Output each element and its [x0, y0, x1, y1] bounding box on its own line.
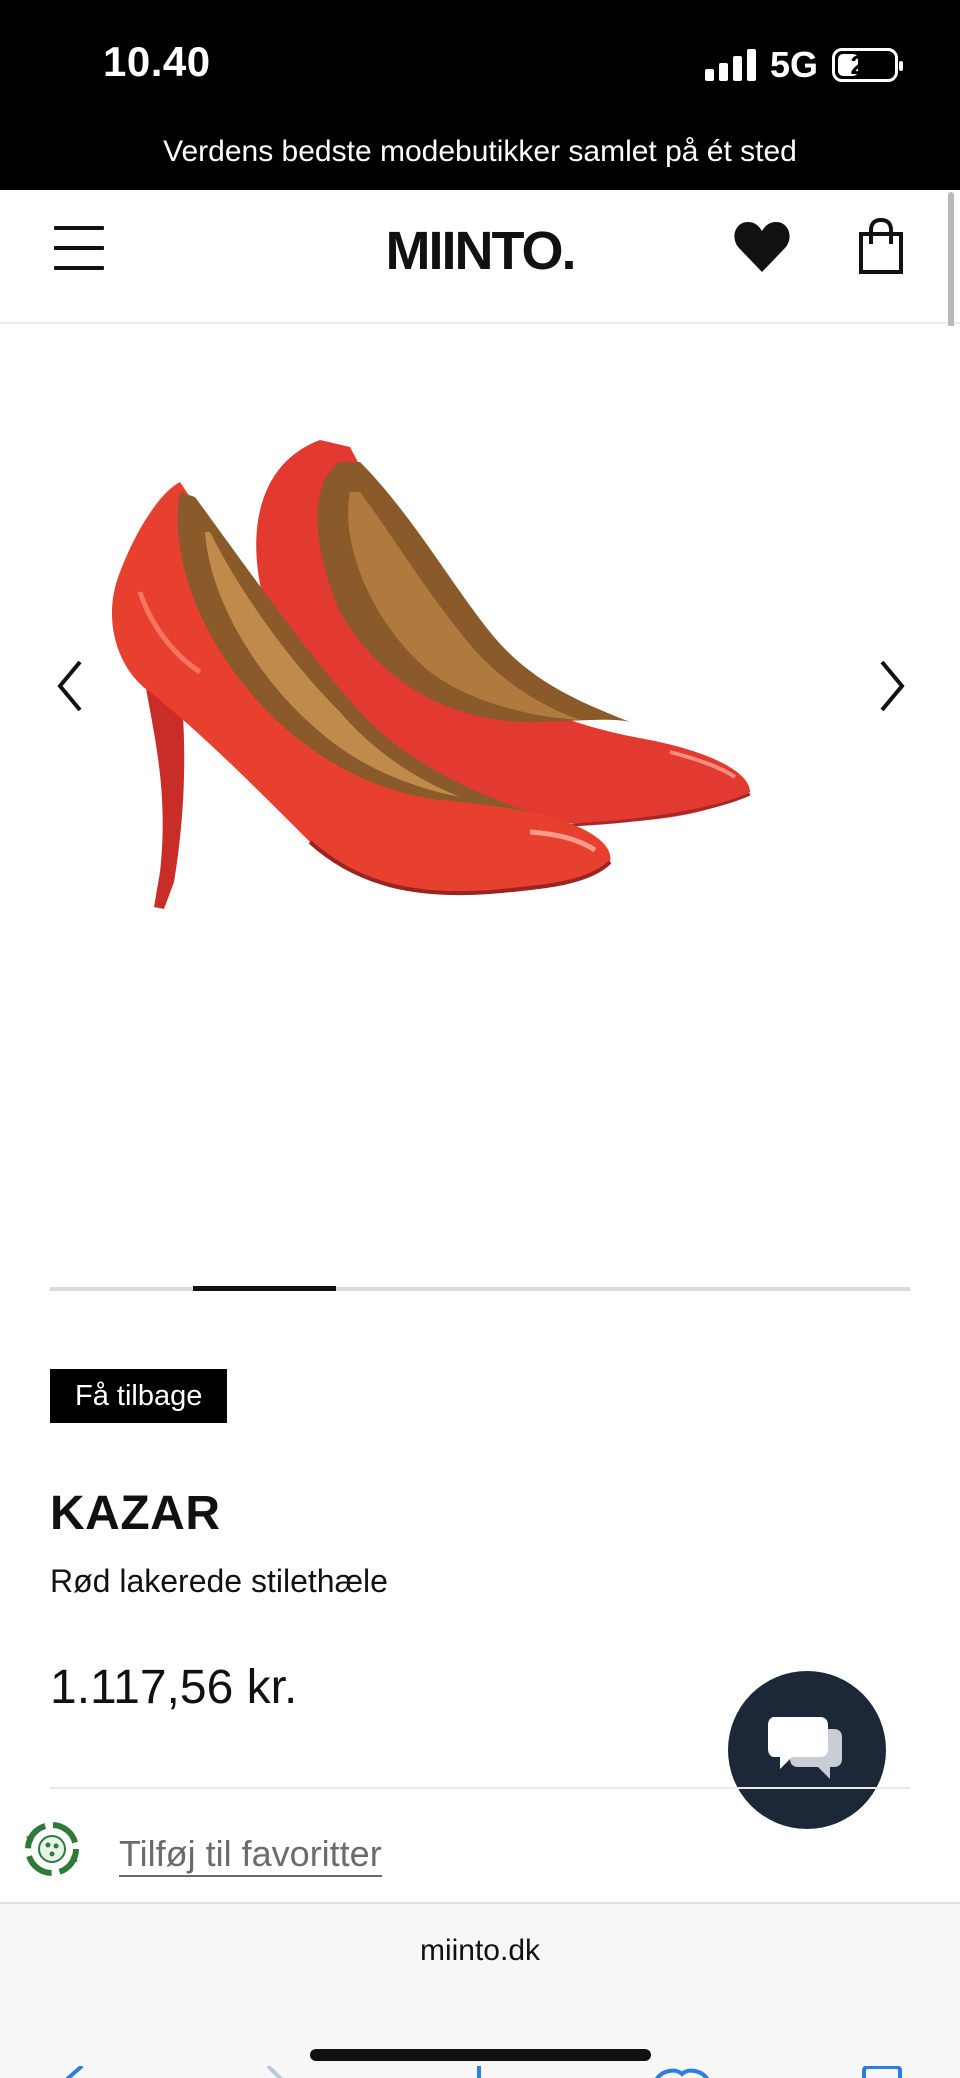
- add-to-favorites-link[interactable]: Tilføj til favoritter: [119, 1833, 382, 1877]
- back-arrow-icon[interactable]: [58, 2066, 88, 2078]
- product-gallery[interactable]: [0, 326, 960, 1266]
- section-divider: [50, 1787, 910, 1789]
- share-icon[interactable]: [464, 2066, 494, 2078]
- network-type: 5G: [769, 44, 818, 85]
- status-indicators: 5G 27: [704, 44, 903, 86]
- chat-button[interactable]: [728, 1671, 886, 1829]
- product-name: Rød lakerede stilethæle: [50, 1563, 388, 1599]
- battery-icon: 27: [832, 48, 903, 82]
- status-time: 10.40: [103, 38, 211, 85]
- site-header: MIINTO.: [0, 190, 960, 324]
- product-price: 1.117,56 kr.: [50, 1661, 298, 1714]
- shopping-bag-icon[interactable]: [858, 218, 904, 274]
- promo-banner: Verdens bedste modebutikker samlet på ét…: [0, 128, 960, 190]
- red-stiletto-pumps-image[interactable]: [110, 422, 870, 1072]
- previous-image-arrow-icon[interactable]: [50, 656, 90, 716]
- signal-icon: [704, 49, 756, 81]
- chat-bubbles-icon: [768, 1717, 842, 1779]
- home-indicator: [310, 2049, 651, 2061]
- tabs-icon[interactable]: [862, 2066, 902, 2078]
- gallery-slide-indicator-active: [193, 1286, 336, 1291]
- bookmarks-icon[interactable]: [652, 2066, 712, 2078]
- eco-recycle-icon[interactable]: [18, 1815, 86, 1883]
- next-image-arrow-icon[interactable]: [872, 656, 912, 716]
- gallery-slide-indicator: [50, 1286, 910, 1291]
- browser-address-bar[interactable]: miinto.dk: [0, 1902, 960, 2078]
- miinto-logo[interactable]: MIINTO.: [0, 220, 960, 282]
- battery-level: 27: [850, 49, 880, 80]
- product-brand[interactable]: KAZAR: [50, 1486, 220, 1541]
- status-bar: 10.40 5G 27: [0, 0, 960, 128]
- cashback-badge: Få tilbage: [50, 1369, 228, 1423]
- forward-arrow-icon[interactable]: [262, 2066, 292, 2078]
- favorites-heart-icon[interactable]: [733, 220, 791, 274]
- url-text[interactable]: miinto.dk: [0, 1934, 960, 1968]
